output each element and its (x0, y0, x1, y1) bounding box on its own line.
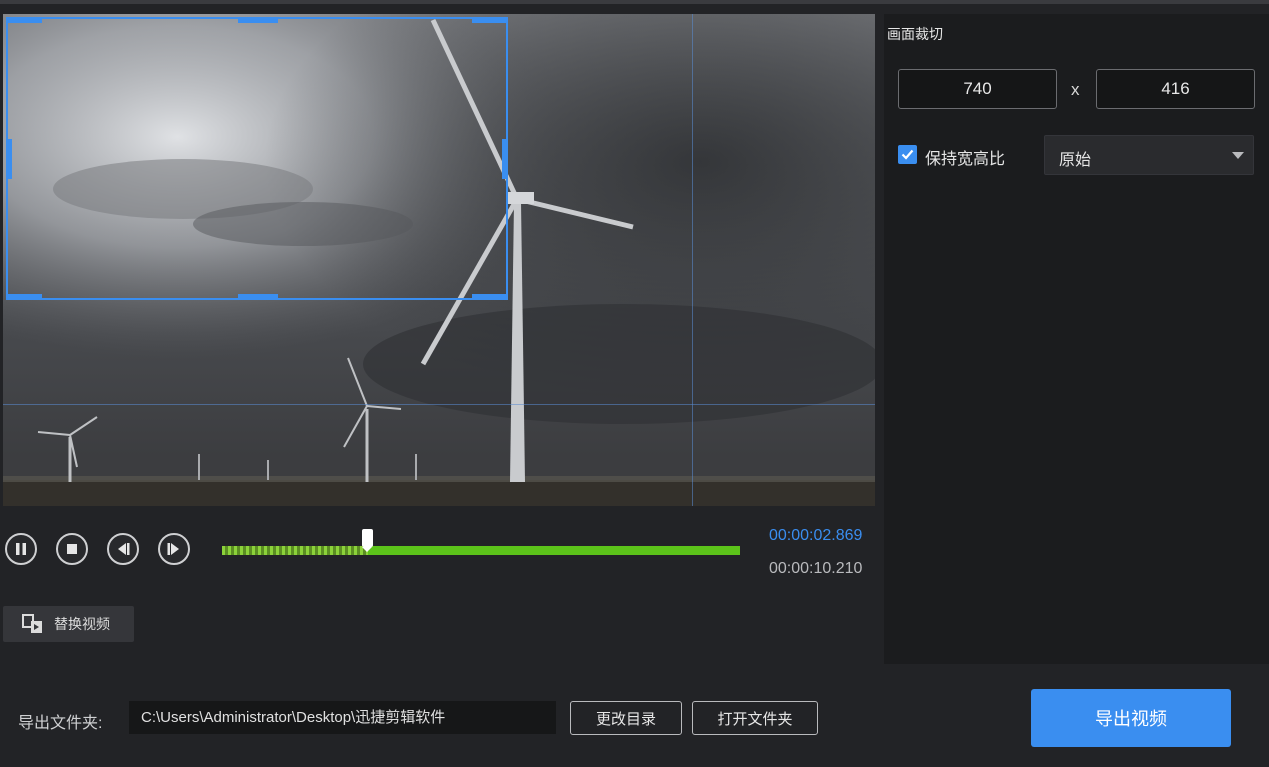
stop-button[interactable] (56, 533, 88, 565)
crop-handle-top-left[interactable] (6, 17, 42, 23)
crop-handle-left[interactable] (6, 139, 12, 179)
step-forward-icon (167, 543, 179, 555)
crop-handle-bottom-right[interactable] (472, 294, 508, 300)
crop-handle-top-right[interactable] (472, 17, 508, 23)
pause-button[interactable] (5, 533, 37, 565)
crop-height-input[interactable] (1096, 69, 1255, 109)
aspect-ratio-value: 原始 (1059, 152, 1092, 169)
crop-handle-right[interactable] (502, 139, 508, 179)
timeline-playhead[interactable] (362, 529, 373, 552)
next-frame-button[interactable] (158, 533, 190, 565)
change-directory-button[interactable]: 更改目录 (570, 701, 682, 735)
checkmark-icon (901, 149, 914, 160)
replace-video-label: 替换视频 (54, 616, 110, 632)
crop-handle-bottom[interactable] (238, 294, 278, 300)
crop-settings-panel: 画面裁切 x 保持宽高比 原始 (884, 14, 1269, 664)
replace-video-icon (22, 614, 42, 633)
timeline-played-segment (222, 546, 368, 555)
previous-frame-button[interactable] (107, 533, 139, 565)
crop-selection-box[interactable] (6, 17, 508, 300)
chevron-down-icon (1232, 152, 1244, 159)
export-video-button[interactable]: 导出视频 (1031, 689, 1231, 747)
open-folder-button[interactable]: 打开文件夹 (692, 701, 818, 735)
current-time: 00:00:02.869 (769, 527, 863, 544)
crop-guide-horizontal (3, 404, 875, 405)
crop-handle-top[interactable] (238, 17, 278, 23)
export-folder-label: 导出文件夹: (18, 715, 103, 732)
aspect-ratio-select[interactable]: 原始 (1044, 135, 1254, 175)
timeline-track[interactable] (222, 546, 740, 555)
export-folder-path[interactable] (129, 701, 556, 734)
total-duration: 00:00:10.210 (769, 560, 863, 577)
crop-width-input[interactable] (898, 69, 1057, 109)
video-preview[interactable] (3, 14, 875, 506)
crop-guide-vertical (692, 14, 693, 506)
replace-video-button[interactable]: 替换视频 (3, 606, 134, 642)
keep-aspect-ratio-checkbox[interactable] (898, 145, 917, 164)
stop-icon (67, 544, 77, 554)
window-top-border (0, 0, 1269, 4)
panel-title: 画面裁切 (887, 26, 943, 42)
step-back-icon (118, 543, 130, 555)
crop-handle-bottom-left[interactable] (6, 294, 42, 300)
dimension-separator: x (1071, 80, 1080, 99)
pause-icon (16, 543, 26, 555)
keep-aspect-ratio-label: 保持宽高比 (925, 151, 1006, 168)
